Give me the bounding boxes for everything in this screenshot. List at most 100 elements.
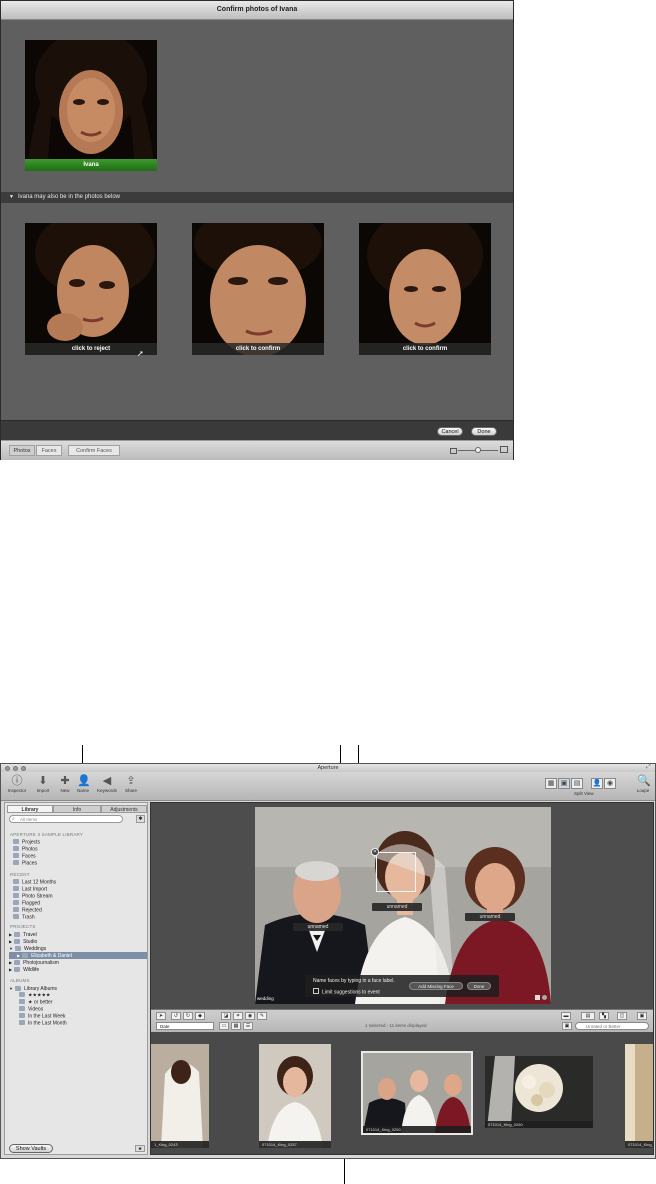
done-button[interactable]: Done bbox=[471, 427, 497, 436]
library-search-input[interactable]: All Items bbox=[9, 815, 123, 823]
filmstrip-view-button[interactable]: ▭ bbox=[219, 1022, 229, 1030]
slider-knob[interactable] bbox=[475, 447, 481, 453]
viewer-button[interactable]: ▤ bbox=[571, 778, 583, 789]
suggested-face-photo[interactable]: click to confirm bbox=[192, 223, 324, 355]
crop-tool[interactable]: ⌗ bbox=[233, 1012, 243, 1020]
inspector-button[interactable]: ⓘ Inspector bbox=[7, 773, 27, 799]
tab-adjustments[interactable]: Adjustments bbox=[101, 805, 147, 813]
face-action-label[interactable]: click to confirm bbox=[192, 343, 324, 355]
suggestions-header[interactable]: ▼ Ivana may also be in the photos below bbox=[1, 192, 513, 203]
filmstrip-thumb[interactable]: 1_King_0243 bbox=[151, 1044, 209, 1148]
cancel-button[interactable]: Cancel bbox=[437, 427, 463, 436]
photos-tab[interactable]: Photos bbox=[9, 445, 35, 456]
sidebar-item-faces[interactable]: Faces bbox=[13, 853, 147, 860]
face-detection-box[interactable] bbox=[376, 852, 416, 892]
sidebar-item-one-star-or-better[interactable]: ★ or better bbox=[9, 999, 147, 1006]
sidebar-item-last-import[interactable]: Last Import bbox=[13, 886, 147, 893]
face-action-label[interactable]: click to confirm bbox=[359, 343, 491, 355]
sidebar-item-projects[interactable]: Projects bbox=[13, 839, 147, 846]
main-photo[interactable]: ✕ unnamed unnamed unnamed Name faces by … bbox=[255, 807, 551, 1004]
fullscreen-button[interactable]: ▣ bbox=[637, 1012, 647, 1020]
browser-view-button[interactable]: ▦ bbox=[545, 778, 557, 789]
remove-face-icon[interactable]: ✕ bbox=[371, 848, 379, 856]
sidebar-item-trash[interactable]: Trash bbox=[13, 914, 147, 921]
disclosure-icon[interactable]: ▶ bbox=[9, 967, 12, 972]
action-gear-icon[interactable]: ✱ bbox=[136, 815, 145, 823]
filmstrip-thumb[interactable]: 071014_King_0260 bbox=[485, 1056, 593, 1128]
face-name-field[interactable]: unnamed bbox=[293, 923, 343, 931]
filter-hud-button[interactable]: ▣ bbox=[562, 1022, 572, 1030]
face-name-label[interactable]: Ivana bbox=[25, 159, 157, 171]
stamp-tool[interactable]: ◆ bbox=[195, 1012, 205, 1020]
sort-select[interactable]: Date bbox=[156, 1022, 214, 1030]
new-button[interactable]: ✚ New bbox=[55, 773, 75, 799]
hud-button[interactable]: ▬ bbox=[561, 1012, 571, 1020]
sidebar-item-library-albums[interactable]: ▼ Library Albums bbox=[9, 985, 147, 992]
sidebar-item-photo-stream[interactable]: Photo Stream bbox=[13, 893, 147, 900]
disclosure-icon[interactable]: ▶ bbox=[9, 939, 12, 944]
sidebar-item-studio[interactable]: ▶ Studio bbox=[9, 938, 147, 945]
disclosure-icon[interactable]: ▶ bbox=[9, 960, 12, 965]
show-vaults-button[interactable]: Show Vaults bbox=[9, 1144, 53, 1153]
faces-view-button[interactable]: 👤 bbox=[591, 778, 603, 789]
sidebar-item-videos[interactable]: Videos bbox=[9, 1006, 147, 1013]
zoom-window-icon[interactable] bbox=[21, 765, 26, 771]
face-name-field[interactable]: unnamed bbox=[372, 903, 422, 911]
rating-filter-search[interactable]: Unrated or Better bbox=[575, 1022, 649, 1030]
places-view-button[interactable]: ◉ bbox=[604, 778, 616, 789]
rotate-tool[interactable]: ↺ bbox=[171, 1012, 181, 1020]
name-button[interactable]: 👤 Name bbox=[73, 773, 93, 799]
keywords-button[interactable]: ◀ Keywords bbox=[97, 773, 117, 799]
suggested-face-photo[interactable]: click to reject bbox=[25, 223, 157, 355]
vault-gear-icon[interactable]: ✱ bbox=[135, 1145, 145, 1152]
tab-info[interactable]: Info bbox=[53, 805, 101, 813]
disclosure-icon[interactable]: ▼ bbox=[9, 946, 13, 951]
rotate-right-tool[interactable]: ↻ bbox=[183, 1012, 193, 1020]
filmstrip-thumb-selected[interactable]: 071014_King_0250 bbox=[361, 1051, 473, 1135]
sidebar-item-flagged[interactable]: Flagged bbox=[13, 900, 147, 907]
pointer-tool[interactable]: ➤ bbox=[156, 1012, 166, 1020]
sidebar-item-wildlife[interactable]: ▶ Wildlife bbox=[9, 966, 147, 973]
overlay-button[interactable]: ▤ bbox=[581, 1012, 595, 1020]
sidebar-item-last-week[interactable]: In the Last Week bbox=[9, 1013, 147, 1020]
disclosure-icon[interactable]: ▶ bbox=[9, 932, 12, 937]
list-view-button[interactable]: ☰ bbox=[243, 1022, 253, 1030]
hud-done-button[interactable]: Done bbox=[467, 982, 491, 990]
import-button[interactable]: ⬇ Import bbox=[33, 773, 53, 799]
loupe-button[interactable]: 🔍 Loupe bbox=[633, 773, 653, 799]
face-name-field[interactable]: unnamed bbox=[465, 913, 515, 921]
confirmed-face-photo[interactable]: Ivana bbox=[25, 40, 157, 171]
close-window-icon[interactable] bbox=[5, 765, 10, 771]
confirm-faces-button[interactable]: Confirm Faces bbox=[68, 445, 120, 456]
sidebar-item-travel[interactable]: ▶ Travel bbox=[9, 931, 147, 938]
fullscreen-icon[interactable]: ⤢ bbox=[646, 764, 651, 771]
sidebar-item-elizabeth-daniel[interactable]: ▶ Elizabeth & Daniel bbox=[9, 952, 147, 959]
redeye-tool[interactable]: ◉ bbox=[245, 1012, 255, 1020]
minimize-window-icon[interactable] bbox=[13, 765, 18, 771]
sidebar-item-photos[interactable]: Photos bbox=[13, 846, 147, 853]
compare-button[interactable]: ◫ bbox=[617, 1012, 627, 1020]
split-view-button[interactable]: ▣ bbox=[558, 778, 570, 789]
brush-tool[interactable]: ✎ bbox=[257, 1012, 267, 1020]
filmstrip-thumb[interactable]: 071014_King_0 bbox=[625, 1044, 653, 1148]
grid-view-button[interactable]: ▦ bbox=[231, 1022, 241, 1030]
sidebar-item-last-12-months[interactable]: Last 12 Months bbox=[13, 879, 147, 886]
add-missing-face-button[interactable]: Add Missing Face bbox=[409, 982, 463, 990]
sidebar-item-places[interactable]: Places bbox=[13, 860, 147, 867]
filmstrip-thumb[interactable]: 071014_King_0257 bbox=[259, 1044, 331, 1148]
suggested-face-photo[interactable]: click to confirm bbox=[359, 223, 491, 355]
sidebar-item-five-stars[interactable]: ★★★★★ bbox=[9, 992, 147, 999]
sidebar-item-photojournalism[interactable]: ▶ Photojournalism bbox=[9, 959, 147, 966]
tab-library[interactable]: Library bbox=[7, 805, 53, 813]
disclosure-triangle-icon[interactable]: ▼ bbox=[9, 194, 14, 200]
sidebar-item-rejected[interactable]: Rejected bbox=[13, 907, 147, 914]
limit-suggestions-checkbox[interactable]: Limit suggestions to event bbox=[313, 988, 380, 996]
sidebar-item-last-month[interactable]: In the Last Month bbox=[9, 1020, 147, 1027]
share-button[interactable]: ⇪ Share bbox=[121, 773, 141, 799]
disclosure-icon[interactable]: ▶ bbox=[17, 953, 20, 958]
checkbox-icon[interactable] bbox=[313, 988, 319, 994]
disclosure-icon[interactable]: ▼ bbox=[9, 986, 13, 991]
info-overlay-button[interactable]: ▚ bbox=[599, 1012, 609, 1020]
sidebar-item-weddings[interactable]: ▼ Weddings bbox=[9, 945, 147, 952]
straighten-tool[interactable]: ◪ bbox=[221, 1012, 231, 1020]
